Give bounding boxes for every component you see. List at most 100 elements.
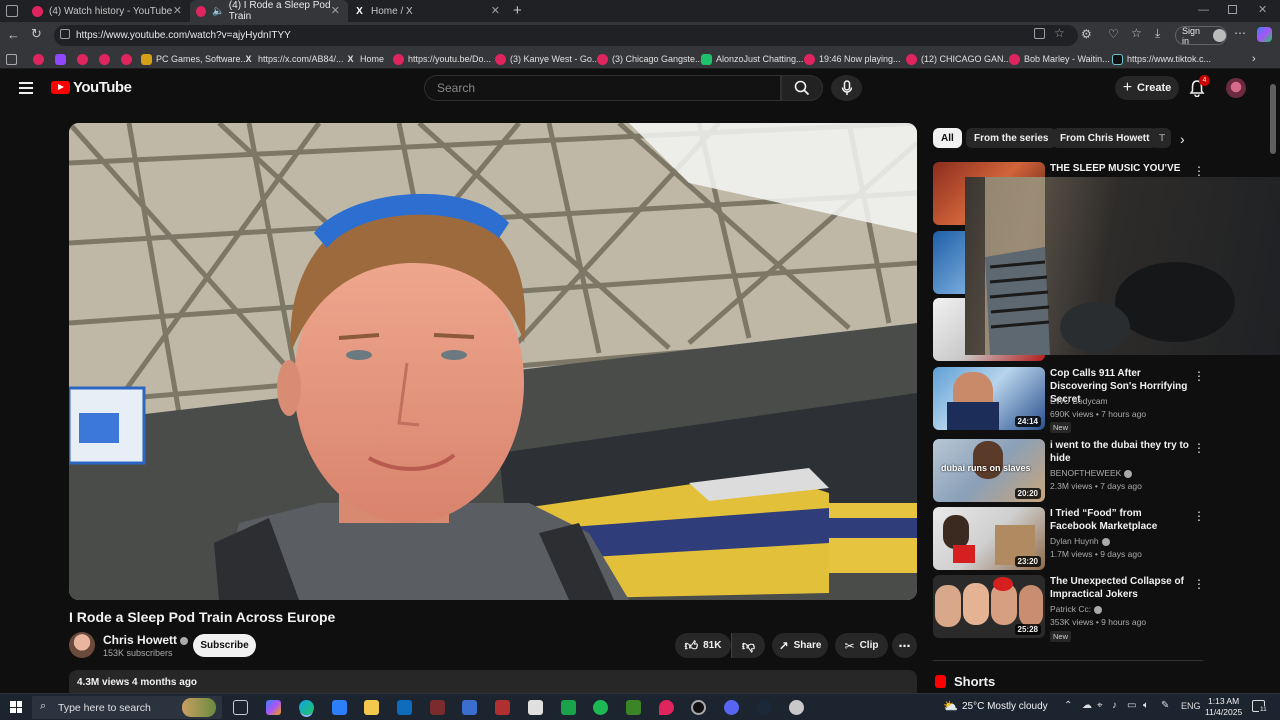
tab-sleep-pod-video[interactable]: 🔈 (4) I Rode a Sleep Pod Train ✕ xyxy=(190,0,348,22)
bookmark-item[interactable]: Bob Marley - Waitin... xyxy=(1009,52,1110,66)
bookmark-item[interactable]: X Home xyxy=(345,52,384,66)
network-icon[interactable]: ☁ xyxy=(1082,700,1092,711)
channel-avatar[interactable] xyxy=(69,632,95,658)
app-available-icon[interactable] xyxy=(1034,28,1045,39)
chevron-up-icon[interactable]: ⌃ xyxy=(1064,700,1072,711)
bookmark-item[interactable]: (12) CHICAGO GAN... xyxy=(906,52,1011,66)
bookmark-item[interactable]: (3) Chicago Gangste... xyxy=(597,52,703,66)
picture-in-picture-overlay[interactable] xyxy=(965,177,1280,355)
notifications-button[interactable]: 4 xyxy=(1189,75,1210,97)
recommendation-item[interactable]: dubai runs on slaves 20:20 i went to the… xyxy=(933,439,1205,503)
recommendation-item[interactable]: 25:28 The Unexpected Collapse of Impract… xyxy=(933,575,1205,642)
language-indicator[interactable]: ENG xyxy=(1181,701,1201,711)
app-icon[interactable] xyxy=(495,700,510,715)
close-tab-icon[interactable]: ✕ xyxy=(491,4,500,17)
display-icon[interactable]: ▭ xyxy=(1127,700,1136,711)
bookmark-item[interactable]: AlonzoJust Chatting... xyxy=(701,52,804,66)
bookmark-item[interactable]: (3) Kanye West - Go... xyxy=(495,52,599,66)
bookmark-youtube-2[interactable] xyxy=(77,52,92,66)
like-button[interactable]: 👍︎ 81K xyxy=(675,633,731,658)
sign-in-button[interactable]: Sign in xyxy=(1175,26,1227,46)
task-view-icon[interactable] xyxy=(233,700,248,715)
discord-icon[interactable] xyxy=(724,700,739,715)
bookmark-item[interactable]: https://www.tiktok.c... xyxy=(1112,52,1211,66)
more-vertical-icon[interactable]: ⋮ xyxy=(1193,509,1205,523)
hamburger-menu-icon[interactable] xyxy=(19,82,33,94)
tab-actions-icon[interactable] xyxy=(6,5,18,17)
more-vertical-icon[interactable]: ⋮ xyxy=(1193,369,1205,383)
more-vertical-icon[interactable]: ⋮ xyxy=(1193,577,1205,591)
location-icon[interactable]: ⌖ xyxy=(1097,700,1103,711)
chip-all[interactable]: All xyxy=(933,128,962,148)
volume-icon[interactable]: 🔈︎ xyxy=(1143,700,1149,711)
weather-widget[interactable]: ⛅ 25°C Mostly cloudy xyxy=(943,699,1048,713)
favorites-icon[interactable]: ☆ xyxy=(1131,26,1142,40)
bookmark-youtube-4[interactable] xyxy=(121,52,136,66)
chip-truncated[interactable]: T xyxy=(1151,128,1171,148)
address-bar[interactable]: https://www.youtube.com/watch?v=ajyHydnI… xyxy=(54,25,1078,46)
outlook-icon[interactable] xyxy=(397,700,412,715)
bookmark-item[interactable]: 19:46 Now playing... xyxy=(804,52,901,66)
bookmark-twitch[interactable] xyxy=(55,52,70,66)
minecraft-icon[interactable] xyxy=(626,700,641,715)
more-menu-icon[interactable]: ⋯ xyxy=(1234,26,1246,40)
bookmark-youtube-3[interactable] xyxy=(99,52,114,66)
tab-x-home[interactable]: X Home / X ✕ xyxy=(348,0,508,22)
video-player[interactable] xyxy=(69,123,917,600)
subscribe-button[interactable]: Subscribe xyxy=(193,634,256,657)
app-icon[interactable] xyxy=(462,700,477,715)
app-icon[interactable] xyxy=(789,700,804,715)
dislike-button[interactable]: 👎︎ xyxy=(731,633,765,658)
chip-from-channel[interactable]: From Chris Howett xyxy=(1052,128,1158,148)
close-window-icon[interactable]: ✕ xyxy=(1258,3,1267,16)
chips-next-arrow-icon[interactable]: › xyxy=(1180,131,1185,147)
app-icon[interactable] xyxy=(691,700,706,715)
chip-from-the-series[interactable]: From the series xyxy=(966,128,1057,148)
clip-button[interactable]: ✂ Clip xyxy=(835,633,888,658)
back-icon[interactable]: ← xyxy=(7,27,20,42)
speaker-icon[interactable]: 🔈 xyxy=(212,6,224,17)
bookmark-folder-icon[interactable] xyxy=(6,52,21,66)
bookmarks-overflow-icon[interactable]: › xyxy=(1252,52,1256,66)
spotify-icon[interactable] xyxy=(593,700,608,715)
browser-essentials-icon[interactable]: ♡ xyxy=(1108,27,1119,41)
new-tab-icon[interactable]: + xyxy=(513,2,522,19)
share-button[interactable]: ↗ Share xyxy=(772,633,828,658)
extensions-icon[interactable]: ⚙ xyxy=(1081,27,1092,41)
store-icon[interactable] xyxy=(332,700,347,715)
site-info-icon[interactable] xyxy=(60,29,70,39)
youtube-logo[interactable]: YouTube xyxy=(51,79,132,96)
microphone-icon[interactable]: ♪ xyxy=(1112,700,1117,711)
bookmark-item[interactable]: https://youtu.be/Do... xyxy=(393,52,491,66)
reload-icon[interactable]: ↻ xyxy=(31,26,42,42)
app-icon[interactable] xyxy=(757,700,772,715)
bookmark-item[interactable]: PC Games, Software... xyxy=(141,52,248,66)
search-button[interactable] xyxy=(781,75,823,101)
tab-watch-history[interactable]: (4) Watch history - YouTube ✕ xyxy=(26,0,190,22)
file-explorer-icon[interactable] xyxy=(364,700,379,715)
minimize-icon[interactable]: — xyxy=(1198,4,1209,16)
more-vertical-icon[interactable]: ⋮ xyxy=(1193,164,1205,178)
clock[interactable]: 1:13 AM 11/4/2025 xyxy=(1205,696,1242,718)
more-vertical-icon[interactable]: ⋮ xyxy=(1193,441,1205,455)
app-icon[interactable] xyxy=(430,700,445,715)
voice-search-button[interactable] xyxy=(831,75,862,101)
maximize-icon[interactable] xyxy=(1228,5,1237,14)
downloads-icon[interactable]: ⤓ xyxy=(1155,26,1160,41)
bookmark-item[interactable]: Xhttps://x.com/AB84/... xyxy=(243,52,343,66)
recommendation-item[interactable]: 23:20 I Tried “Food” from Facebook Marke… xyxy=(933,507,1205,571)
copilot-icon[interactable] xyxy=(1257,27,1272,42)
close-tab-icon[interactable]: ✕ xyxy=(331,4,340,17)
windows-start-icon[interactable] xyxy=(10,701,22,713)
channel-name[interactable]: Chris Howett xyxy=(103,633,189,647)
xbox-icon[interactable] xyxy=(561,700,576,715)
maps-icon[interactable] xyxy=(659,700,674,715)
account-avatar[interactable] xyxy=(1226,78,1246,98)
copilot-taskbar-icon[interactable] xyxy=(266,700,281,715)
recommendation-item[interactable]: 24:14 Cop Calls 911 After Discovering So… xyxy=(933,367,1205,433)
notification-center-icon[interactable]: 11 xyxy=(1252,700,1268,713)
more-actions-button[interactable]: ⋯ xyxy=(892,633,917,658)
search-input[interactable]: Search xyxy=(424,75,781,101)
taskbar-search-input[interactable]: ⌕ Type here to search xyxy=(32,696,222,719)
edge-icon[interactable] xyxy=(299,700,314,715)
